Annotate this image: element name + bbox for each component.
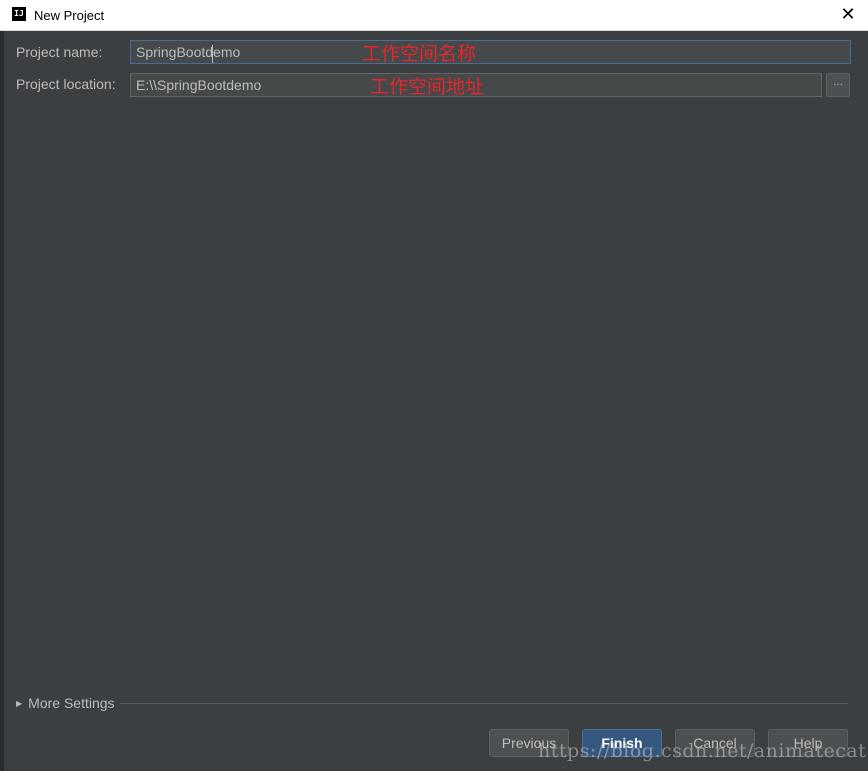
project-name-annotation: 工作空间名称 [362, 43, 477, 65]
watermark-text: https://blog.csdn.net/animatecat [538, 740, 867, 762]
close-icon[interactable]: ✕ [834, 1, 862, 29]
project-location-label: Project location: [16, 76, 116, 92]
project-location-value: E:\\SpringBootdemo [136, 77, 262, 93]
more-settings-label: More Settings [28, 695, 115, 711]
left-edge-strip [0, 31, 4, 771]
more-settings-toggle[interactable]: ▶ More Settings [16, 695, 115, 713]
project-name-input[interactable]: SpringBootdemo [130, 40, 851, 64]
expand-triangle-icon: ▶ [16, 699, 23, 708]
intellij-app-icon: IJ [12, 7, 26, 21]
browse-button[interactable]: ... [826, 73, 850, 97]
project-location-annotation: 工作空间地址 [370, 76, 485, 98]
window-title: New Project [34, 8, 105, 23]
more-settings-divider [120, 703, 848, 704]
project-name-label: Project name: [16, 44, 103, 60]
title-bar: IJ New Project ✕ [0, 0, 868, 31]
project-name-value: SpringBootdemo [136, 44, 241, 60]
text-caret [212, 45, 213, 63]
